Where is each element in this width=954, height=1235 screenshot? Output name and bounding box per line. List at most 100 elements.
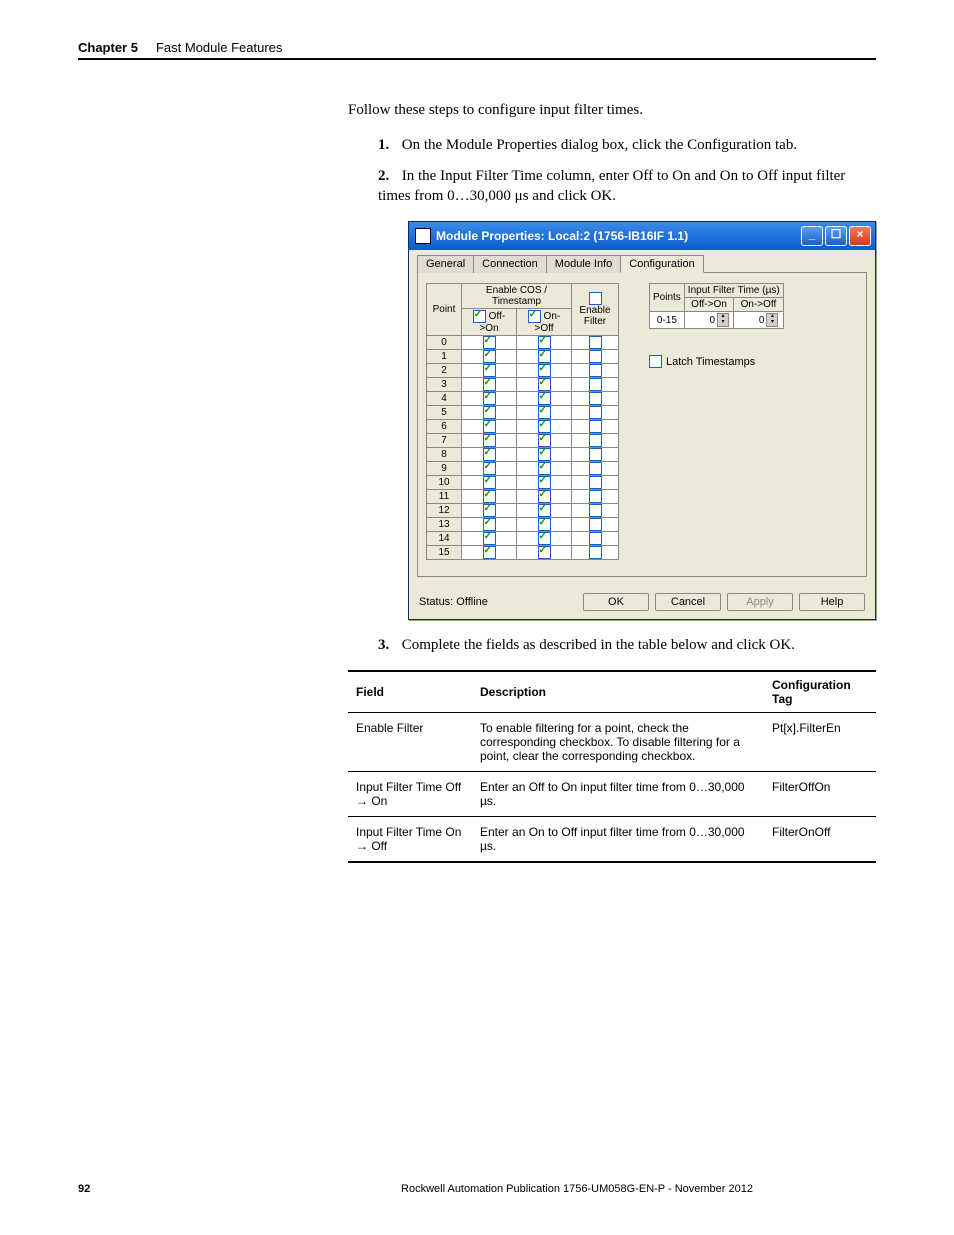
off-on-spinner[interactable]: 0 ▴▾ bbox=[689, 313, 729, 327]
enable-filter-checkbox[interactable] bbox=[589, 532, 602, 545]
field-name: Input Filter Time Off → On bbox=[348, 772, 472, 817]
enable-filter-checkbox[interactable] bbox=[589, 406, 602, 419]
tab-connection[interactable]: Connection bbox=[473, 255, 547, 273]
enable-filter-all-checkbox[interactable] bbox=[589, 292, 602, 305]
step-number: 2. bbox=[378, 166, 398, 186]
off-on-checkbox[interactable] bbox=[483, 490, 496, 503]
on-off-cell bbox=[517, 448, 572, 462]
off-on-checkbox[interactable] bbox=[483, 462, 496, 475]
enable-filter-checkbox[interactable] bbox=[589, 392, 602, 405]
enable-filter-checkbox[interactable] bbox=[589, 378, 602, 391]
on-off-checkbox[interactable] bbox=[538, 490, 551, 503]
on-off-checkbox[interactable] bbox=[538, 476, 551, 489]
off-on-checkbox[interactable] bbox=[483, 406, 496, 419]
enable-filter-checkbox[interactable] bbox=[589, 364, 602, 377]
chapter-label: Chapter 5 bbox=[78, 40, 138, 55]
off-on-checkbox[interactable] bbox=[483, 434, 496, 447]
on-off-cell bbox=[517, 490, 572, 504]
field-desc: Enter an Off to On input filter time fro… bbox=[472, 772, 764, 817]
enable-filter-checkbox[interactable] bbox=[589, 350, 602, 363]
enable-filter-checkbox[interactable] bbox=[589, 336, 602, 349]
enable-filter-cell bbox=[572, 364, 619, 378]
off-on-checkbox[interactable] bbox=[483, 448, 496, 461]
spinner-buttons[interactable]: ▴▾ bbox=[766, 313, 778, 327]
on-off-checkbox[interactable] bbox=[538, 448, 551, 461]
apply-button[interactable]: Apply bbox=[727, 593, 793, 611]
on-off-checkbox[interactable] bbox=[538, 392, 551, 405]
tab-module-info[interactable]: Module Info bbox=[546, 255, 621, 273]
off-on-cell bbox=[462, 406, 517, 420]
off-on-checkbox[interactable] bbox=[483, 476, 496, 489]
off-on-cell bbox=[462, 378, 517, 392]
off-on-all-checkbox[interactable] bbox=[473, 310, 486, 323]
point-number: 9 bbox=[427, 462, 462, 476]
off-on-cell bbox=[462, 420, 517, 434]
enable-filter-checkbox[interactable] bbox=[589, 476, 602, 489]
on-off-spinner[interactable]: 0 ▴▾ bbox=[738, 313, 778, 327]
ift-off-on-header: Off->On bbox=[684, 298, 733, 312]
maximize-button[interactable]: ☐ bbox=[825, 226, 847, 246]
off-on-checkbox[interactable] bbox=[483, 378, 496, 391]
off-on-cell bbox=[462, 364, 517, 378]
on-off-checkbox[interactable] bbox=[538, 504, 551, 517]
tab-configuration[interactable]: Configuration bbox=[620, 255, 703, 273]
point-number: 11 bbox=[427, 490, 462, 504]
tab-general[interactable]: General bbox=[417, 255, 474, 273]
on-off-checkbox[interactable] bbox=[538, 406, 551, 419]
enable-filter-checkbox[interactable] bbox=[589, 546, 602, 559]
help-button[interactable]: Help bbox=[799, 593, 865, 611]
off-on-checkbox[interactable] bbox=[483, 392, 496, 405]
cos-group-header: Enable COS / Timestamp bbox=[462, 284, 572, 309]
on-off-cell bbox=[517, 406, 572, 420]
field-name: Enable Filter bbox=[348, 713, 472, 772]
on-off-cell bbox=[517, 392, 572, 406]
enable-filter-checkbox[interactable] bbox=[589, 434, 602, 447]
point-row: 10 bbox=[427, 476, 619, 490]
enable-filter-label: Enable Filter bbox=[579, 305, 610, 327]
close-button[interactable]: × bbox=[849, 226, 871, 246]
off-on-checkbox[interactable] bbox=[483, 518, 496, 531]
on-off-all-checkbox[interactable] bbox=[528, 310, 541, 323]
point-row: 7 bbox=[427, 434, 619, 448]
enable-filter-checkbox[interactable] bbox=[589, 490, 602, 503]
on-off-checkbox[interactable] bbox=[538, 364, 551, 377]
enable-filter-checkbox[interactable] bbox=[589, 518, 602, 531]
ok-button[interactable]: OK bbox=[583, 593, 649, 611]
off-on-checkbox[interactable] bbox=[483, 350, 496, 363]
page-header: Chapter 5 Fast Module Features bbox=[78, 40, 876, 60]
enable-filter-checkbox[interactable] bbox=[589, 462, 602, 475]
latch-timestamps-checkbox[interactable] bbox=[649, 355, 662, 368]
point-table: Point Enable COS / Timestamp Enable Filt… bbox=[426, 283, 619, 560]
enable-filter-cell bbox=[572, 476, 619, 490]
enable-filter-checkbox[interactable] bbox=[589, 504, 602, 517]
cancel-button[interactable]: Cancel bbox=[655, 593, 721, 611]
chapter-title: Fast Module Features bbox=[156, 40, 282, 55]
enable-filter-cell bbox=[572, 406, 619, 420]
off-on-checkbox[interactable] bbox=[483, 532, 496, 545]
on-off-checkbox[interactable] bbox=[538, 462, 551, 475]
on-off-checkbox[interactable] bbox=[538, 420, 551, 433]
off-on-checkbox[interactable] bbox=[483, 420, 496, 433]
point-number: 14 bbox=[427, 532, 462, 546]
on-off-checkbox[interactable] bbox=[538, 518, 551, 531]
off-on-checkbox[interactable] bbox=[483, 504, 496, 517]
enable-filter-checkbox[interactable] bbox=[589, 448, 602, 461]
on-off-checkbox[interactable] bbox=[538, 546, 551, 559]
enable-filter-checkbox[interactable] bbox=[589, 420, 602, 433]
off-on-checkbox[interactable] bbox=[483, 364, 496, 377]
steps-list: 1. On the Module Properties dialog box, … bbox=[378, 135, 876, 206]
enable-filter-cell bbox=[572, 462, 619, 476]
off-on-checkbox[interactable] bbox=[483, 336, 496, 349]
spinner-buttons[interactable]: ▴▾ bbox=[717, 313, 729, 327]
on-off-checkbox[interactable] bbox=[538, 434, 551, 447]
on-off-checkbox[interactable] bbox=[538, 532, 551, 545]
on-off-checkbox[interactable] bbox=[538, 336, 551, 349]
step-number: 3. bbox=[378, 635, 398, 655]
minimize-button[interactable]: _ bbox=[801, 226, 823, 246]
point-row: 11 bbox=[427, 490, 619, 504]
enable-filter-cell bbox=[572, 546, 619, 560]
off-on-checkbox[interactable] bbox=[483, 546, 496, 559]
on-off-checkbox[interactable] bbox=[538, 378, 551, 391]
on-off-cell bbox=[517, 350, 572, 364]
on-off-checkbox[interactable] bbox=[538, 350, 551, 363]
